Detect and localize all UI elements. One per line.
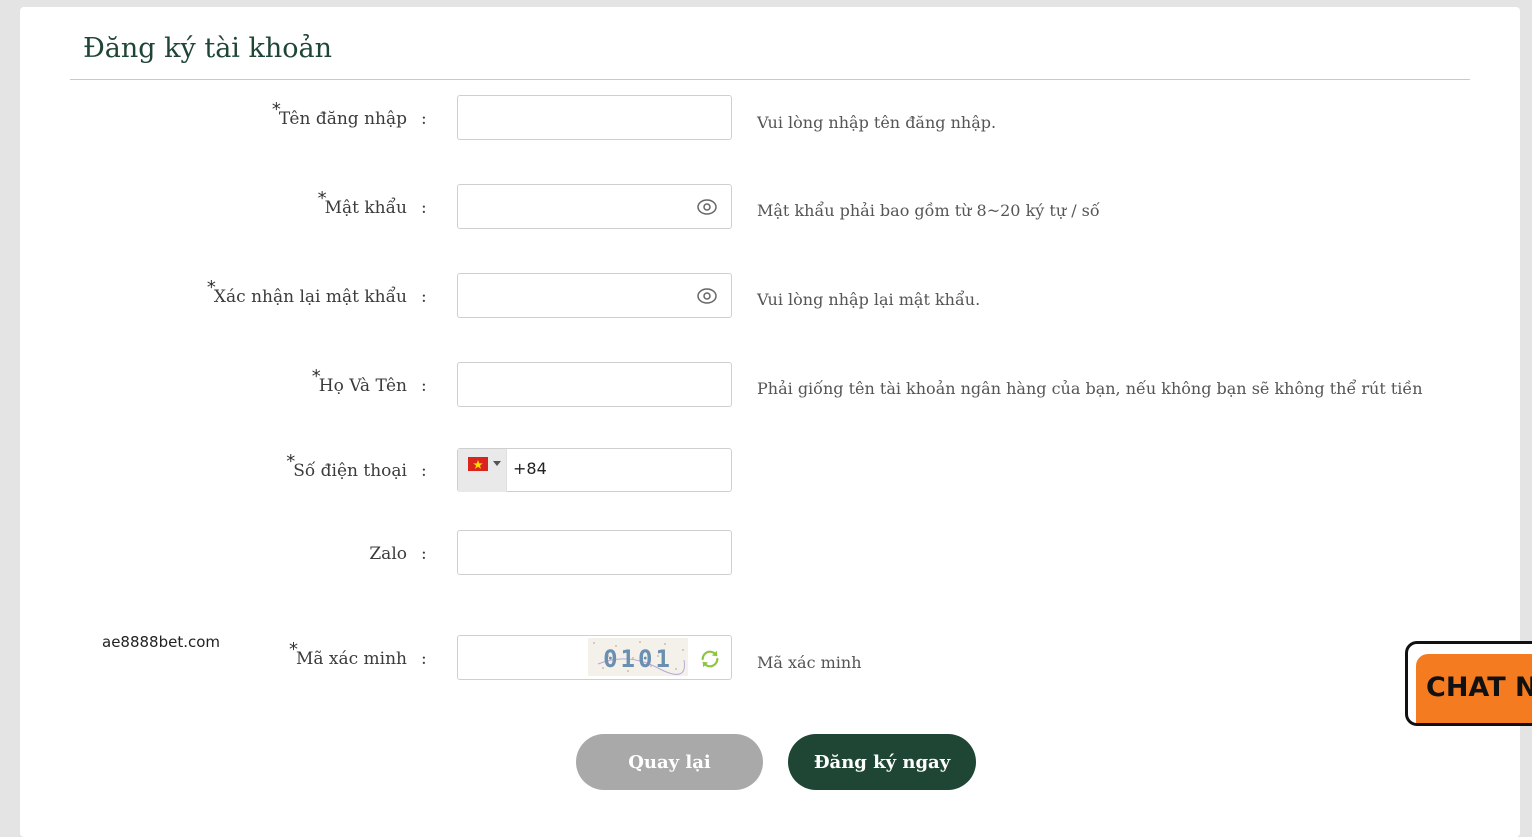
label-colon: :: [421, 649, 427, 669]
chevron-down-icon: [493, 461, 501, 466]
required-mark: *: [206, 277, 216, 298]
label-colon: :: [421, 461, 427, 481]
confirm-password-field: [457, 273, 732, 318]
phone-label-text: Số điện thoại: [293, 461, 407, 481]
eye-icon[interactable]: [697, 286, 717, 306]
required-mark: *: [286, 451, 296, 472]
captcha-label: * Mã xác minh: [289, 639, 407, 669]
chat-widget-label: CHAT N: [1426, 672, 1532, 703]
captcha-image: 0101: [588, 638, 688, 676]
required-mark: *: [288, 639, 298, 660]
confirm-password-hint: Vui lòng nhập lại mật khẩu.: [757, 290, 981, 309]
captcha-label-text: Mã xác minh: [295, 649, 407, 669]
phone-input[interactable]: +84: [513, 449, 547, 489]
username-label-text: Tên đăng nhập: [278, 109, 407, 129]
confirm-password-input[interactable]: [458, 274, 708, 317]
label-colon: :: [421, 198, 427, 218]
password-hint: Mật khẩu phải bao gồm từ 8~20 ký tự / số: [757, 201, 1100, 220]
required-mark: *: [317, 188, 327, 209]
full-name-field: [457, 362, 732, 407]
title-divider: [70, 79, 1470, 80]
username-input[interactable]: [458, 96, 708, 139]
phone-field: +84: [457, 448, 732, 492]
captcha-input[interactable]: [458, 636, 588, 679]
required-mark: *: [271, 99, 281, 120]
zalo-label: Zalo: [369, 544, 407, 564]
country-code-selector[interactable]: [458, 449, 507, 492]
password-input[interactable]: [458, 185, 708, 228]
username-label: * Tên đăng nhập: [272, 99, 407, 129]
back-button[interactable]: Quay lại: [576, 734, 763, 790]
username-field: [457, 95, 732, 140]
phone-label: * Số điện thoại: [286, 451, 407, 481]
zalo-field: [457, 530, 732, 575]
captcha-field: 0101: [457, 635, 732, 680]
captcha-text: 0101: [603, 645, 673, 673]
register-button[interactable]: Đăng ký ngay: [788, 734, 976, 790]
refresh-icon[interactable]: [699, 648, 721, 670]
username-hint: Vui lòng nhập tên đăng nhập.: [757, 113, 997, 132]
chat-widget[interactable]: CHAT N: [1405, 641, 1532, 726]
password-field: [457, 184, 732, 229]
label-colon: :: [421, 109, 427, 129]
page-title: Đăng ký tài khoản: [83, 33, 332, 64]
full-name-hint: Phải giống tên tài khoản ngân hàng của b…: [757, 379, 1423, 398]
zalo-input[interactable]: [458, 531, 708, 574]
password-label-text: Mật khẩu: [324, 198, 407, 218]
label-colon: :: [421, 287, 427, 307]
full-name-label: * Họ Và Tên: [312, 366, 407, 396]
label-colon: :: [421, 544, 427, 564]
confirm-password-label: * Xác nhận lại mật khẩu: [207, 277, 407, 307]
required-mark: *: [311, 366, 321, 387]
captcha-hint: Mã xác minh: [757, 653, 862, 672]
registration-panel: Đăng ký tài khoản * Tên đăng nhập : Vui …: [20, 7, 1520, 837]
zalo-label-text: Zalo: [369, 544, 407, 564]
vietnam-flag-icon: [468, 457, 488, 471]
eye-icon[interactable]: [697, 197, 717, 217]
full-name-label-text: Họ Và Tên: [318, 376, 407, 396]
password-label: * Mật khẩu: [318, 188, 407, 218]
site-watermark: ae8888bet.com: [102, 633, 221, 651]
full-name-input[interactable]: [458, 363, 708, 406]
confirm-password-label-text: Xác nhận lại mật khẩu: [213, 287, 407, 307]
label-colon: :: [421, 376, 427, 396]
